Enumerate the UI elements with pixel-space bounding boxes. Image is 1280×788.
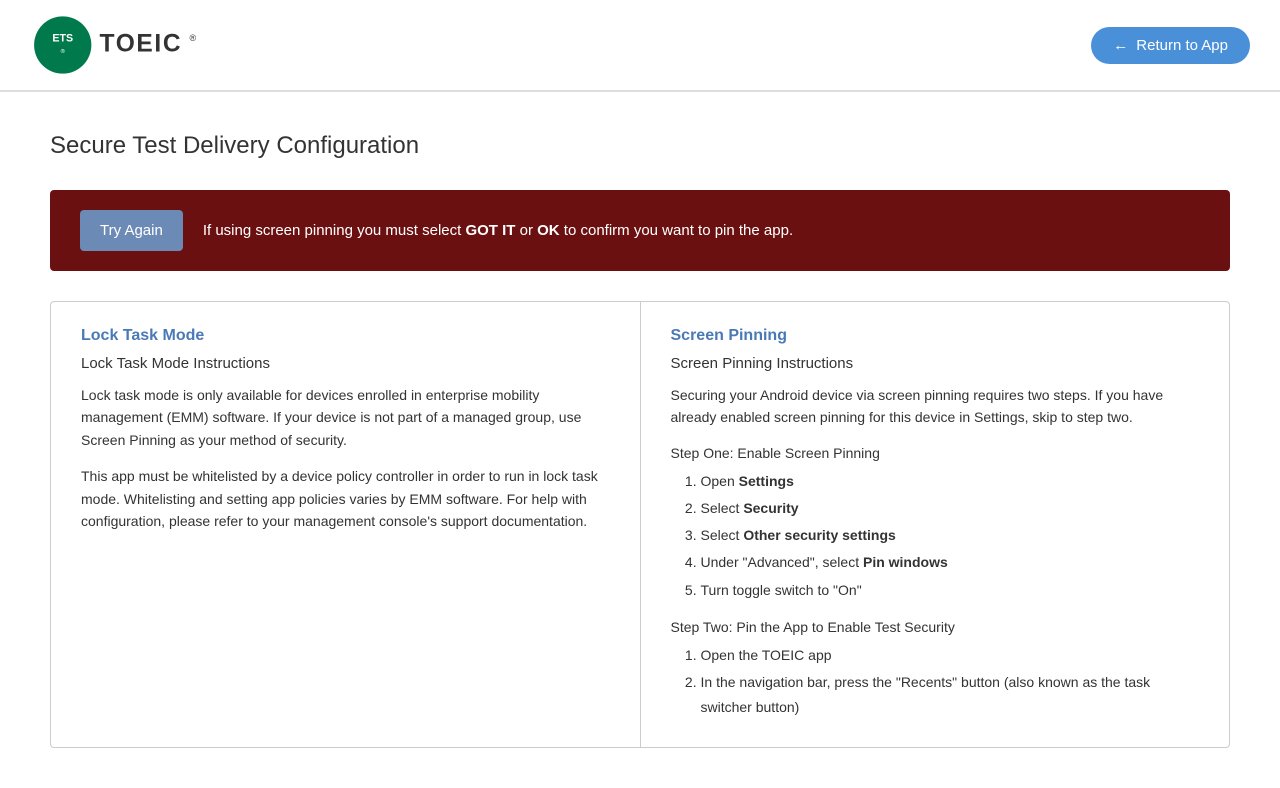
return-arrow-icon: ← — [1113, 37, 1128, 54]
try-again-button[interactable]: Try Again — [80, 210, 183, 251]
alert-suffix: to confirm you want to pin the app. — [560, 222, 793, 239]
lock-task-mode-title: Lock Task Mode — [81, 327, 610, 345]
list-item: Select Security — [701, 496, 1200, 521]
page-title: Secure Test Delivery Configuration — [50, 132, 1230, 160]
alert-prefix: If using screen pinning you must select — [203, 222, 466, 239]
list-item: Open Settings — [701, 469, 1200, 494]
two-column-section: Lock Task Mode Lock Task Mode Instructio… — [50, 301, 1230, 748]
main-content: Secure Test Delivery Configuration Try A… — [0, 92, 1280, 788]
step-one-heading: Step One: Enable Screen Pinning — [671, 445, 1200, 461]
lock-task-mode-para2: This app must be whitelisted by a device… — [81, 465, 610, 532]
alert-ok: OK — [537, 222, 560, 239]
lock-task-mode-subtitle: Lock Task Mode Instructions — [81, 355, 610, 372]
list-item: Under "Advanced", select Pin windows — [701, 550, 1200, 575]
screen-pinning-column: Screen Pinning Screen Pinning Instructio… — [641, 302, 1230, 747]
header: ETS ® TOEIC ® ← Return to App — [0, 0, 1280, 92]
step-one-list: Open Settings Select Security Select Oth… — [671, 469, 1200, 603]
svg-text:ETS: ETS — [52, 33, 73, 45]
list-item: Open the TOEIC app — [701, 643, 1200, 668]
alert-message: If using screen pinning you must select … — [203, 222, 793, 239]
step-two-heading: Step Two: Pin the App to Enable Test Sec… — [671, 619, 1200, 635]
step-two-list: Open the TOEIC app In the navigation bar… — [671, 643, 1200, 721]
lock-task-mode-para1: Lock task mode is only available for dev… — [81, 384, 610, 451]
alert-box: Try Again If using screen pinning you mu… — [50, 190, 1230, 271]
alert-or: or — [515, 222, 537, 239]
screen-pinning-title: Screen Pinning — [671, 327, 1200, 345]
list-item: Turn toggle switch to "On" — [701, 578, 1200, 603]
logo-container: ETS ® TOEIC ® — [30, 10, 210, 80]
list-item: In the navigation bar, press the "Recent… — [701, 670, 1200, 720]
svg-text:®: ® — [190, 33, 197, 43]
screen-pinning-subtitle: Screen Pinning Instructions — [671, 355, 1200, 372]
lock-task-mode-column: Lock Task Mode Lock Task Mode Instructio… — [51, 302, 641, 747]
ets-toeic-logo: ETS ® TOEIC ® — [30, 10, 210, 80]
return-btn-label: Return to App — [1136, 37, 1228, 54]
list-item: Select Other security settings — [701, 523, 1200, 548]
svg-text:TOEIC: TOEIC — [100, 31, 183, 58]
alert-got-it: GOT IT — [465, 222, 515, 239]
return-to-app-button[interactable]: ← Return to App — [1091, 27, 1250, 64]
screen-pinning-intro: Securing your Android device via screen … — [671, 384, 1200, 429]
